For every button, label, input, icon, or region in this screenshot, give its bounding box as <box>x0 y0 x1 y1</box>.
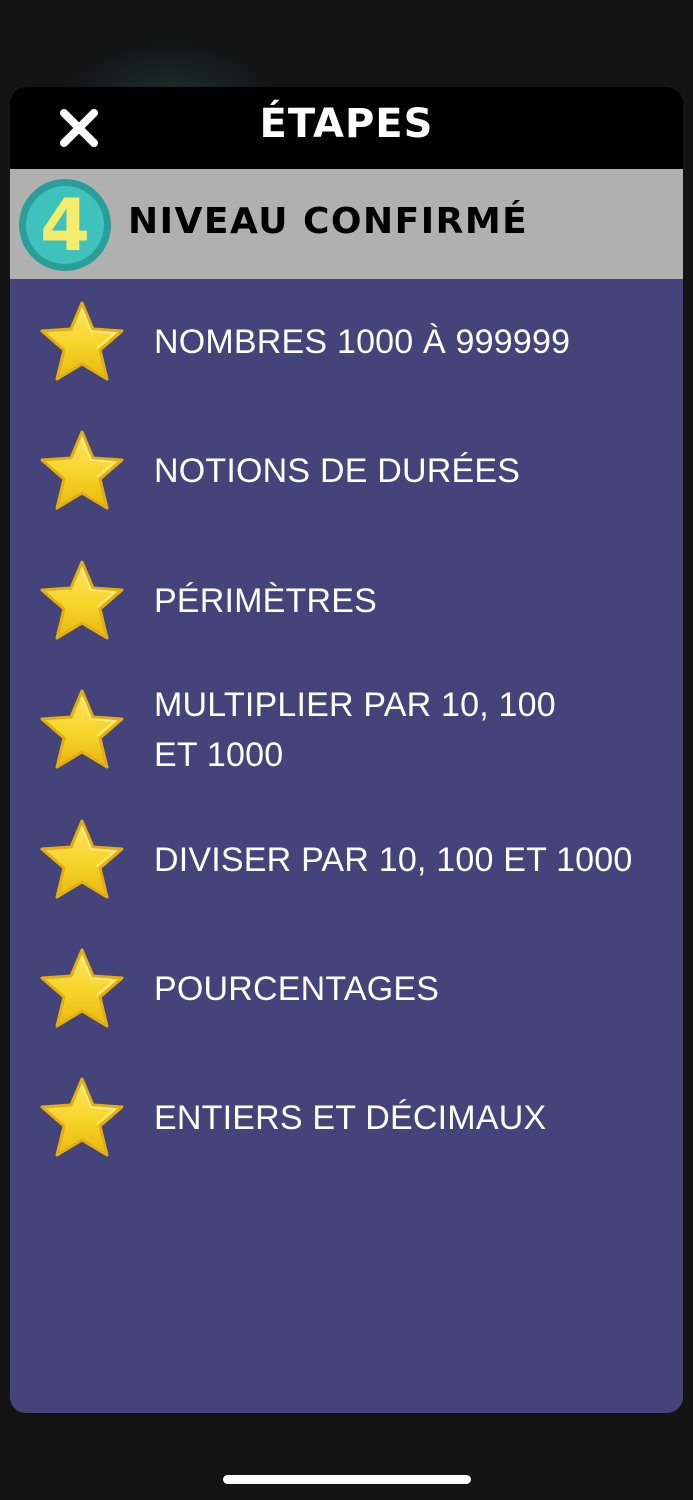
star-icon <box>40 819 124 899</box>
star-icon <box>40 1077 124 1157</box>
step-label: NOMBRES 1000 À 999999 <box>154 323 571 361</box>
star-icon <box>40 301 124 381</box>
star-icon-container <box>38 299 126 385</box>
star-icon-container <box>38 817 126 903</box>
star-icon <box>40 430 124 510</box>
star-icon-container <box>38 1075 126 1161</box>
step-item[interactable]: NOTIONS DE DURÉES <box>10 408 683 537</box>
step-item[interactable]: PÉRIMÈTRES <box>10 538 683 667</box>
step-label: MULTIPLIER PAR 10, 100 ET 1000 <box>154 686 556 775</box>
level-number-badge-icon: 4 <box>19 179 111 271</box>
steps-panel: ÉTAPES 4 NIVEAU CONFIRMÉ NOMBRES 1000 À … <box>10 87 683 1413</box>
star-icon <box>40 948 124 1028</box>
step-label: NOTIONS DE DURÉES <box>154 452 521 491</box>
level-badge: 4 <box>18 178 112 272</box>
step-item[interactable]: DIVISER PAR 10, 100 ET 1000 <box>10 797 683 926</box>
level-number: 4 <box>40 183 90 267</box>
star-icon-container <box>38 428 126 514</box>
star-icon-container <box>38 687 126 773</box>
star-icon-container <box>38 558 126 644</box>
level-title: NIVEAU CONFIRMÉ <box>128 201 529 242</box>
star-icon <box>40 560 124 640</box>
step-label: ENTIERS ET DÉCIMAUX <box>154 1099 547 1138</box>
steps-list: NOMBRES 1000 À 999999 NOTIONS DE DURÉES PÉ… <box>10 279 683 1185</box>
step-label: DIVISER PAR 10, 100 ET 1000 <box>154 840 633 879</box>
star-icon <box>40 689 124 769</box>
page-title: ÉTAPES <box>259 101 434 147</box>
step-label: POURCENTAGES <box>154 969 440 1008</box>
step-item[interactable]: MULTIPLIER PAR 10, 100 ET 1000 <box>10 667 683 796</box>
level-banner: 4 NIVEAU CONFIRMÉ <box>10 169 683 279</box>
step-item[interactable]: ENTIERS ET DÉCIMAUX <box>10 1055 683 1184</box>
home-indicator[interactable] <box>223 1475 471 1484</box>
step-label: PÉRIMÈTRES <box>154 581 378 620</box>
step-item[interactable]: POURCENTAGES <box>10 926 683 1055</box>
panel-header: ÉTAPES <box>10 87 683 169</box>
step-item[interactable]: NOMBRES 1000 À 999999 <box>10 279 683 408</box>
star-icon-container <box>38 946 126 1032</box>
